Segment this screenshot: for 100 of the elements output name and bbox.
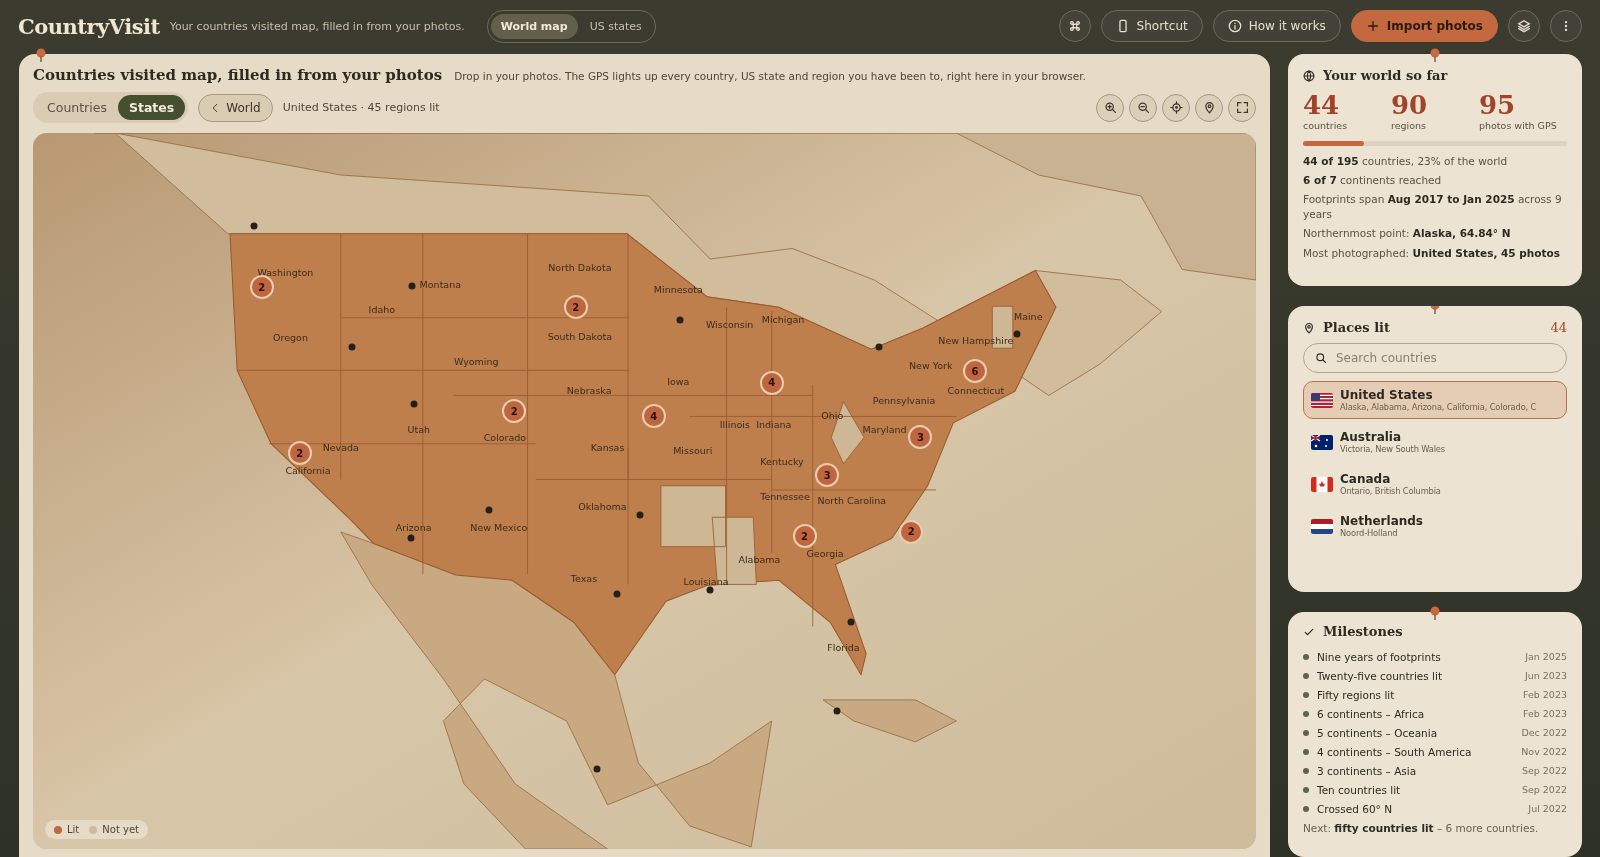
location-dot [410, 400, 418, 408]
bullet-icon [1303, 710, 1309, 717]
state-label: Arizona [395, 521, 432, 533]
state-label: North Carolina [817, 494, 887, 506]
country-list-item[interactable]: Australia Victoria, New South Wales [1303, 423, 1567, 461]
milestone-date: Sep 2022 [1521, 784, 1567, 795]
state-label: Utah [407, 423, 431, 435]
level-tab[interactable]: Countries [36, 95, 118, 120]
state-label: Pennsylvania [872, 394, 936, 406]
state-label: Connecticut [947, 384, 1005, 396]
location-dot [348, 343, 356, 351]
fullscreen-icon [1235, 101, 1249, 114]
how-it-works-button[interactable]: How it works [1212, 10, 1341, 42]
australia-flag-icon [1311, 434, 1333, 450]
search-icon [1315, 352, 1327, 364]
state-label: Maryland [862, 423, 907, 435]
milestone-label: Nine years of footprints [1317, 650, 1442, 663]
world-back-button[interactable]: World [198, 93, 273, 122]
card-title: Your world so far [1323, 68, 1448, 83]
fact-text: 44 of 195 countries, 23% of the world [1303, 153, 1509, 169]
state-label: Indiana [756, 418, 792, 430]
country-name: United States [1340, 388, 1434, 402]
state-label: Washington [257, 266, 314, 278]
search-field[interactable]: Search countries [1303, 343, 1567, 373]
location-dot [250, 222, 258, 230]
country-regions: Ontario, British Columbia [1340, 486, 1441, 496]
stat-value: 90 [1391, 91, 1429, 120]
view-tab[interactable]: US states [579, 13, 652, 39]
state-label: Nebraska [566, 384, 612, 396]
state-label: Kansas [590, 441, 625, 453]
shortcut-button[interactable]: Shortcut [1100, 10, 1203, 42]
pin-icon [1429, 48, 1441, 62]
state-label: Idaho [368, 303, 396, 315]
fullscreen-button[interactable] [1228, 93, 1256, 122]
milestone-date: Jan 2025 [1525, 651, 1567, 662]
bullet-icon [1303, 786, 1309, 793]
map-subtitle: Drop in your photos. The GPS lights up every country, US state and region you have been to, right here in your browser. [454, 70, 1086, 82]
zoom-in-icon [1103, 101, 1117, 114]
country-list-item[interactable]: United States Alaska, Alabama, Arizona, California, Colorado, C [1303, 381, 1567, 419]
plus-icon [1365, 19, 1380, 33]
country-list-item[interactable]: Canada Ontario, British Columbia [1303, 465, 1567, 503]
state-label: New York [909, 359, 953, 371]
state-label: Michigan [761, 313, 805, 325]
zoom-in-button[interactable] [1096, 93, 1124, 122]
country-name: Australia [1340, 430, 1403, 444]
location-dot [613, 590, 621, 598]
state-label: Oregon [273, 331, 308, 343]
import-photos-button[interactable]: Import photos [1350, 10, 1498, 42]
milestone-date: Sep 2022 [1521, 765, 1567, 776]
country-list-item[interactable]: Netherlands Noord-Holland [1303, 507, 1567, 545]
bullet-icon [1303, 748, 1309, 755]
bullet-icon [1303, 691, 1309, 698]
state-label: Minnesota [653, 283, 703, 295]
zoom-out-button[interactable] [1129, 93, 1157, 122]
milestone-date: Feb 2023 [1522, 689, 1567, 700]
country-regions: Victoria, New South Wales [1340, 444, 1445, 454]
pin-icon [1429, 606, 1441, 620]
location-dot [706, 586, 714, 594]
legend-label: Lit [67, 824, 80, 835]
map-pin-icon [1202, 101, 1216, 114]
state-label: Kentucky [760, 455, 804, 467]
layers-button[interactable] [1508, 10, 1540, 42]
milestone-label: Fifty regions lit [1317, 688, 1396, 701]
bullet-icon [1303, 653, 1309, 660]
view-tab[interactable]: World map [490, 13, 578, 39]
country-regions: Alaska, Alabama, Arizona, California, Colorado, C [1340, 402, 1537, 412]
level-tab[interactable]: States [117, 95, 186, 120]
country-name: Netherlands [1340, 514, 1423, 528]
layers-icon [1517, 19, 1531, 33]
canada-flag-icon [1311, 476, 1333, 492]
milestone-label: 3 continents – Asia [1317, 764, 1418, 777]
map-pin-icon [1303, 321, 1315, 334]
milestone-label: Ten countries lit [1317, 783, 1402, 796]
card-title: Places lit [1323, 320, 1391, 335]
crosshair-icon [1169, 101, 1183, 114]
command-icon [1067, 19, 1082, 33]
state-label: Missouri [673, 444, 713, 456]
milestone-label: 5 continents – Oceania [1317, 726, 1439, 739]
state-label: Colorado [483, 431, 527, 443]
netherlands-flag-icon [1311, 518, 1333, 534]
state-label: North Dakota [548, 261, 612, 273]
next-milestone: Next: fifty countries lit – 6 more countries. [1303, 822, 1540, 834]
state-label: Nevada [322, 441, 359, 453]
places-count: 44 [1550, 320, 1567, 335]
command-button[interactable] [1058, 10, 1091, 42]
state-label: Alabama [738, 553, 781, 565]
state-label: Montana [419, 278, 461, 290]
location-dot [875, 343, 883, 351]
state-label: New Mexico [470, 521, 528, 533]
milestone-date: Nov 2022 [1521, 746, 1567, 757]
location-dot [593, 765, 601, 773]
location-dot [636, 511, 644, 519]
state-label: Wisconsin [705, 318, 754, 330]
milestone-label: Crossed 60° N [1317, 802, 1394, 815]
fact-text: Northernmost point: Alaska, 64.84° N [1303, 226, 1512, 242]
stat-value: 95 [1479, 91, 1517, 120]
pin-button[interactable] [1195, 93, 1223, 122]
stat-label: photos with GPS [1479, 119, 1558, 131]
locate-button[interactable] [1162, 93, 1190, 122]
legend-label: Not yet [102, 824, 139, 835]
